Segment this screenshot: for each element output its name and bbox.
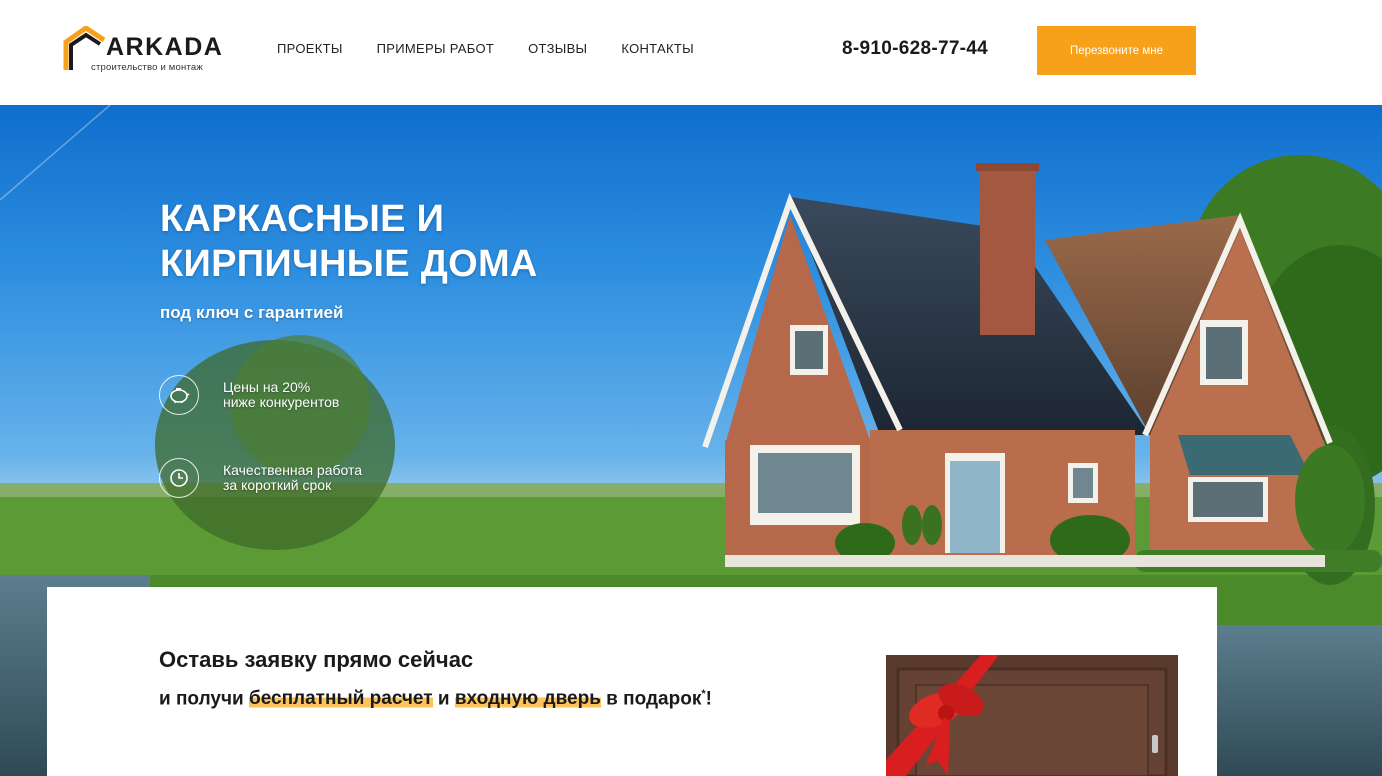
main-nav: ПРОЕКТЫ ПРИМЕРЫ РАБОТ ОТЗЫВЫ КОНТАКТЫ — [277, 41, 728, 56]
hero-title: КАРКАСНЫЕ И КИРПИЧНЫЕ ДОМА — [160, 197, 538, 287]
highlight-entrance-door: входную дверь — [454, 688, 601, 710]
offer-sub-after: в подарок — [600, 688, 702, 710]
callback-button[interactable]: Перезвоните мне — [1037, 26, 1196, 75]
logo-tagline: строительство и монтаж — [91, 62, 203, 73]
piggy-bank-icon — [159, 375, 199, 415]
feature-2-line2: за короткий срок — [223, 477, 332, 493]
hero-title-line1: КАРКАСНЫЕ И — [160, 198, 445, 240]
site-header: ARKADA строительство и монтаж ПРОЕКТЫ ПР… — [0, 0, 1382, 105]
hero-title-line2: КИРПИЧНЫЕ ДОМА — [160, 243, 538, 285]
feature-quality-fast: Качественная работа за короткий срок — [159, 458, 362, 498]
offer-title: Оставь заявку прямо сейчас — [159, 647, 474, 672]
feature-low-prices: Цены на 20% ниже конкурентов — [159, 375, 339, 415]
nav-reviews[interactable]: ОТЗЫВЫ — [528, 41, 587, 56]
offer-sub-before: и получи — [159, 688, 249, 710]
logo-name: ARKADA — [106, 33, 224, 61]
highlight-free-estimate: бесплатный расчет — [248, 688, 433, 710]
feature-1-line2: ниже конкурентов — [223, 394, 340, 410]
offer-exclamation: ! — [705, 688, 712, 710]
offer-card: Оставь заявку прямо сейчас и получи бесп… — [47, 587, 1217, 776]
offer-subtitle: и получи бесплатный расчет и входную две… — [159, 688, 712, 710]
feature-1-line1: Цены на 20% — [223, 379, 311, 395]
feature-2-line1: Качественная работа — [223, 462, 363, 478]
gift-door-image — [886, 655, 1178, 776]
offer-sub-middle: и — [432, 688, 455, 710]
logo[interactable]: ARKADA строительство и монтаж — [62, 26, 232, 74]
nav-contacts[interactable]: КОНТАКТЫ — [621, 41, 694, 56]
nav-works-examples[interactable]: ПРИМЕРЫ РАБОТ — [377, 41, 494, 56]
clock-icon — [159, 458, 199, 498]
nav-projects[interactable]: ПРОЕКТЫ — [277, 41, 343, 56]
phone-number[interactable]: 8-910-628-77-44 — [842, 38, 988, 60]
hero-subtitle: под ключ с гарантией — [160, 303, 344, 322]
